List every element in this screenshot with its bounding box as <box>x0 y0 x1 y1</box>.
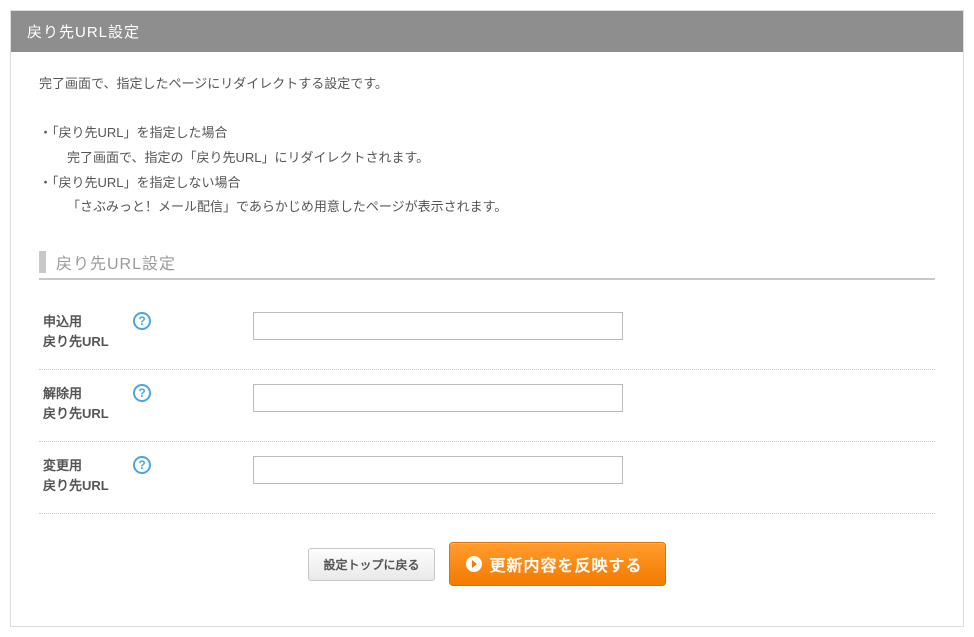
section-title-wrap: 戻り先URL設定 <box>39 250 935 274</box>
back-button[interactable]: 設定トップに戻る <box>308 548 434 581</box>
submit-button-label: 更新内容を反映する <box>490 552 643 576</box>
section-title-bar <box>39 251 46 273</box>
help-wrap-apply: ? <box>133 312 167 330</box>
form-row-apply: 申込用 戻り先URL ? <box>39 298 935 370</box>
panel-header: 戻り先URL設定 <box>11 11 963 52</box>
arrow-right-icon <box>466 556 482 572</box>
label-cancel: 解除用 戻り先URL <box>43 384 133 423</box>
input-wrap-apply <box>253 312 623 340</box>
desc-line-main: 完了画面で、指定したページにリダイレクトする設定です。 <box>39 72 935 97</box>
panel-body: 完了画面で、指定したページにリダイレクトする設定です。 ・「戻り先URL」を指定… <box>11 52 963 626</box>
help-wrap-cancel: ? <box>133 384 167 402</box>
apply-return-url-input[interactable] <box>253 312 623 340</box>
description-block: 完了画面で、指定したページにリダイレクトする設定です。 ・「戻り先URL」を指定… <box>39 72 935 220</box>
help-icon[interactable]: ? <box>133 312 151 330</box>
desc-case2-title: ・「戻り先URL」を指定しない場合 <box>39 171 935 196</box>
form-row-change: 変更用 戻り先URL ? <box>39 442 935 514</box>
form-row-cancel: 解除用 戻り先URL ? <box>39 370 935 442</box>
button-row: 設定トップに戻る 更新内容を反映する <box>39 542 935 586</box>
section-divider <box>39 278 935 280</box>
desc-case1-body: 完了画面で、指定の「戻り先URL」にリダイレクトされます。 <box>67 146 935 171</box>
desc-case2-body: 「さぶみっと！メール配信」であらかじめ用意したページが表示されます。 <box>67 195 935 220</box>
label-change: 変更用 戻り先URL <box>43 456 133 495</box>
panel-title: 戻り先URL設定 <box>27 24 140 41</box>
help-icon[interactable]: ? <box>133 456 151 474</box>
section-title: 戻り先URL設定 <box>39 250 935 274</box>
section-title-text: 戻り先URL設定 <box>56 250 176 274</box>
input-wrap-cancel <box>253 384 623 412</box>
cancel-return-url-input[interactable] <box>253 384 623 412</box>
submit-button[interactable]: 更新内容を反映する <box>449 542 666 586</box>
help-wrap-change: ? <box>133 456 167 474</box>
help-icon[interactable]: ? <box>133 384 151 402</box>
input-wrap-change <box>253 456 623 484</box>
change-return-url-input[interactable] <box>253 456 623 484</box>
label-apply: 申込用 戻り先URL <box>43 312 133 351</box>
desc-case1-title: ・「戻り先URL」を指定した場合 <box>39 121 935 146</box>
settings-panel: 戻り先URL設定 完了画面で、指定したページにリダイレクトする設定です。 ・「戻… <box>10 10 964 627</box>
